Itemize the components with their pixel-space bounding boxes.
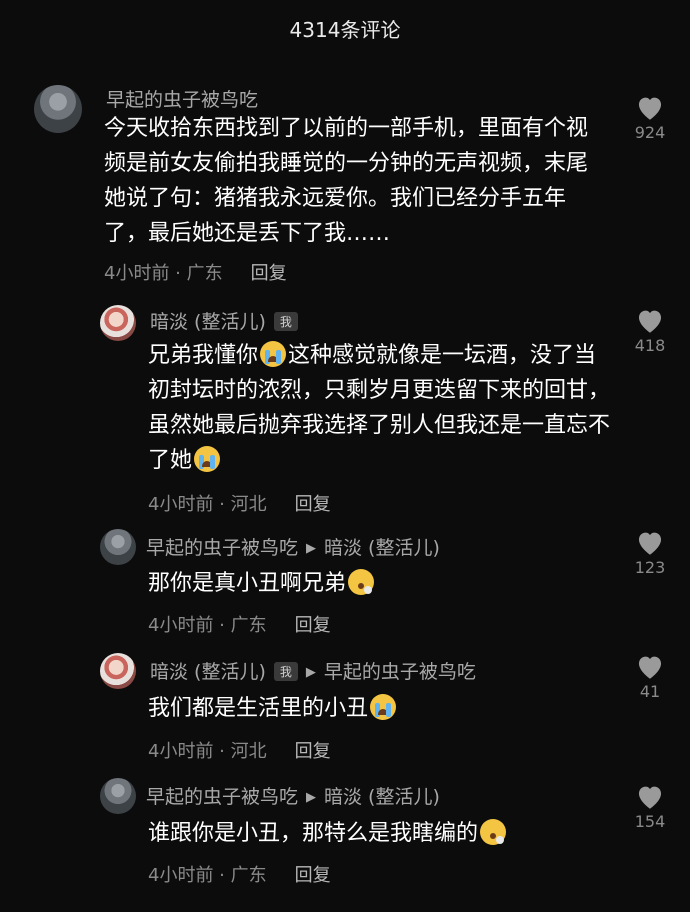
- comment-text-part: 兄弟我懂你: [148, 343, 259, 368]
- comment-text: 谁跟你是小丑，那特么是我瞎编的: [148, 816, 618, 851]
- avatar[interactable]: [100, 529, 136, 565]
- reply-to-username[interactable]: 早起的虫子被鸟吃: [324, 661, 476, 683]
- timestamp-location: 4小时前 · 广东: [104, 263, 223, 284]
- comment-text: 兄弟我懂你 这种感觉就像是一坛酒，没了当初封坛时的浓烈，只剩岁月更迭留下来的回甘，…: [148, 338, 618, 478]
- comment-meta: 4小时前 · 河北 回复: [148, 490, 331, 516]
- sick-emoji-icon: [480, 819, 507, 845]
- like-count: 123: [634, 558, 666, 577]
- avatar[interactable]: [100, 653, 136, 689]
- username[interactable]: 早起的虫子被鸟吃: [106, 85, 258, 112]
- like-button[interactable]: 123: [625, 529, 675, 577]
- heart-icon: [638, 786, 662, 809]
- reply-to-username[interactable]: 暗淡 (整活儿): [324, 786, 440, 808]
- timestamp-location: 4小时前 · 广东: [148, 865, 267, 886]
- username-text: 暗淡 (整活儿): [150, 661, 266, 683]
- reply-button[interactable]: 回复: [295, 865, 331, 886]
- reply-arrow-icon: ▶: [306, 541, 317, 556]
- timestamp-location: 4小时前 · 广东: [148, 615, 267, 636]
- comment-text-part: 谁跟你是小丑，那特么是我瞎编的: [148, 821, 479, 846]
- comment-meta: 4小时前 · 广东 回复: [148, 611, 331, 637]
- timestamp-location: 4小时前 · 河北: [148, 494, 267, 515]
- comment-text: 我们都是生活里的小丑: [148, 691, 618, 726]
- crying-emoji-icon: [260, 341, 287, 367]
- username[interactable]: 早起的虫子被鸟吃 ▶ 暗淡 (整活儿): [146, 782, 440, 809]
- heart-icon: [638, 656, 662, 679]
- username-text: 早起的虫子被鸟吃: [146, 786, 299, 808]
- reply-button[interactable]: 回复: [251, 263, 287, 284]
- like-count: 924: [634, 123, 666, 142]
- like-button[interactable]: 418: [625, 307, 675, 355]
- comment-text-part: 那你是真小丑啊兄弟: [148, 571, 347, 596]
- username[interactable]: 暗淡 (整活儿) 我 ▶ 早起的虫子被鸟吃: [150, 657, 476, 684]
- like-button[interactable]: 41: [625, 653, 675, 701]
- like-button[interactable]: 154: [625, 783, 675, 831]
- comment-meta: 4小时前 · 河北 回复: [148, 737, 331, 763]
- crying-emoji-icon: [370, 694, 397, 720]
- avatar[interactable]: [34, 85, 82, 133]
- avatar[interactable]: [100, 305, 136, 341]
- reply-button[interactable]: 回复: [295, 615, 331, 636]
- timestamp-location: 4小时前 · 河北: [148, 741, 267, 762]
- reply-arrow-icon: ▶: [306, 790, 317, 805]
- reply-button[interactable]: 回复: [295, 741, 331, 762]
- heart-icon: [638, 310, 662, 333]
- comment-text: 今天收拾东西找到了以前的一部手机，里面有个视频是前女友偷拍我睡觉的一分钟的无声视…: [104, 116, 589, 246]
- heart-icon: [638, 532, 662, 555]
- reply-to-username[interactable]: 暗淡 (整活儿): [324, 537, 440, 559]
- username-text: 暗淡 (整活儿): [150, 311, 266, 333]
- me-badge: 我: [273, 662, 298, 681]
- like-count: 418: [634, 336, 666, 355]
- avatar[interactable]: [100, 778, 136, 814]
- reply-button[interactable]: 回复: [295, 494, 331, 515]
- like-count: 154: [634, 812, 666, 831]
- comment-count-title: 4314条评论: [289, 18, 401, 42]
- username-text: 早起的虫子被鸟吃: [146, 537, 299, 559]
- comment-text-part: 我们都是生活里的小丑: [148, 696, 369, 721]
- username[interactable]: 早起的虫子被鸟吃 ▶ 暗淡 (整活儿): [146, 533, 440, 560]
- me-badge: 我: [273, 312, 298, 331]
- sick-emoji-icon: [348, 569, 375, 595]
- comment-meta: 4小时前 · 广东 回复: [104, 259, 287, 285]
- heart-icon: [638, 97, 662, 120]
- like-count: 41: [639, 682, 661, 701]
- crying-emoji-icon: [194, 446, 221, 472]
- comment-meta: 4小时前 · 广东 回复: [148, 861, 331, 887]
- comment-text: 那你是真小丑啊兄弟: [148, 566, 618, 601]
- like-button[interactable]: 924: [625, 94, 675, 142]
- reply-arrow-icon: ▶: [305, 665, 316, 680]
- username[interactable]: 暗淡 (整活儿) 我: [150, 307, 298, 334]
